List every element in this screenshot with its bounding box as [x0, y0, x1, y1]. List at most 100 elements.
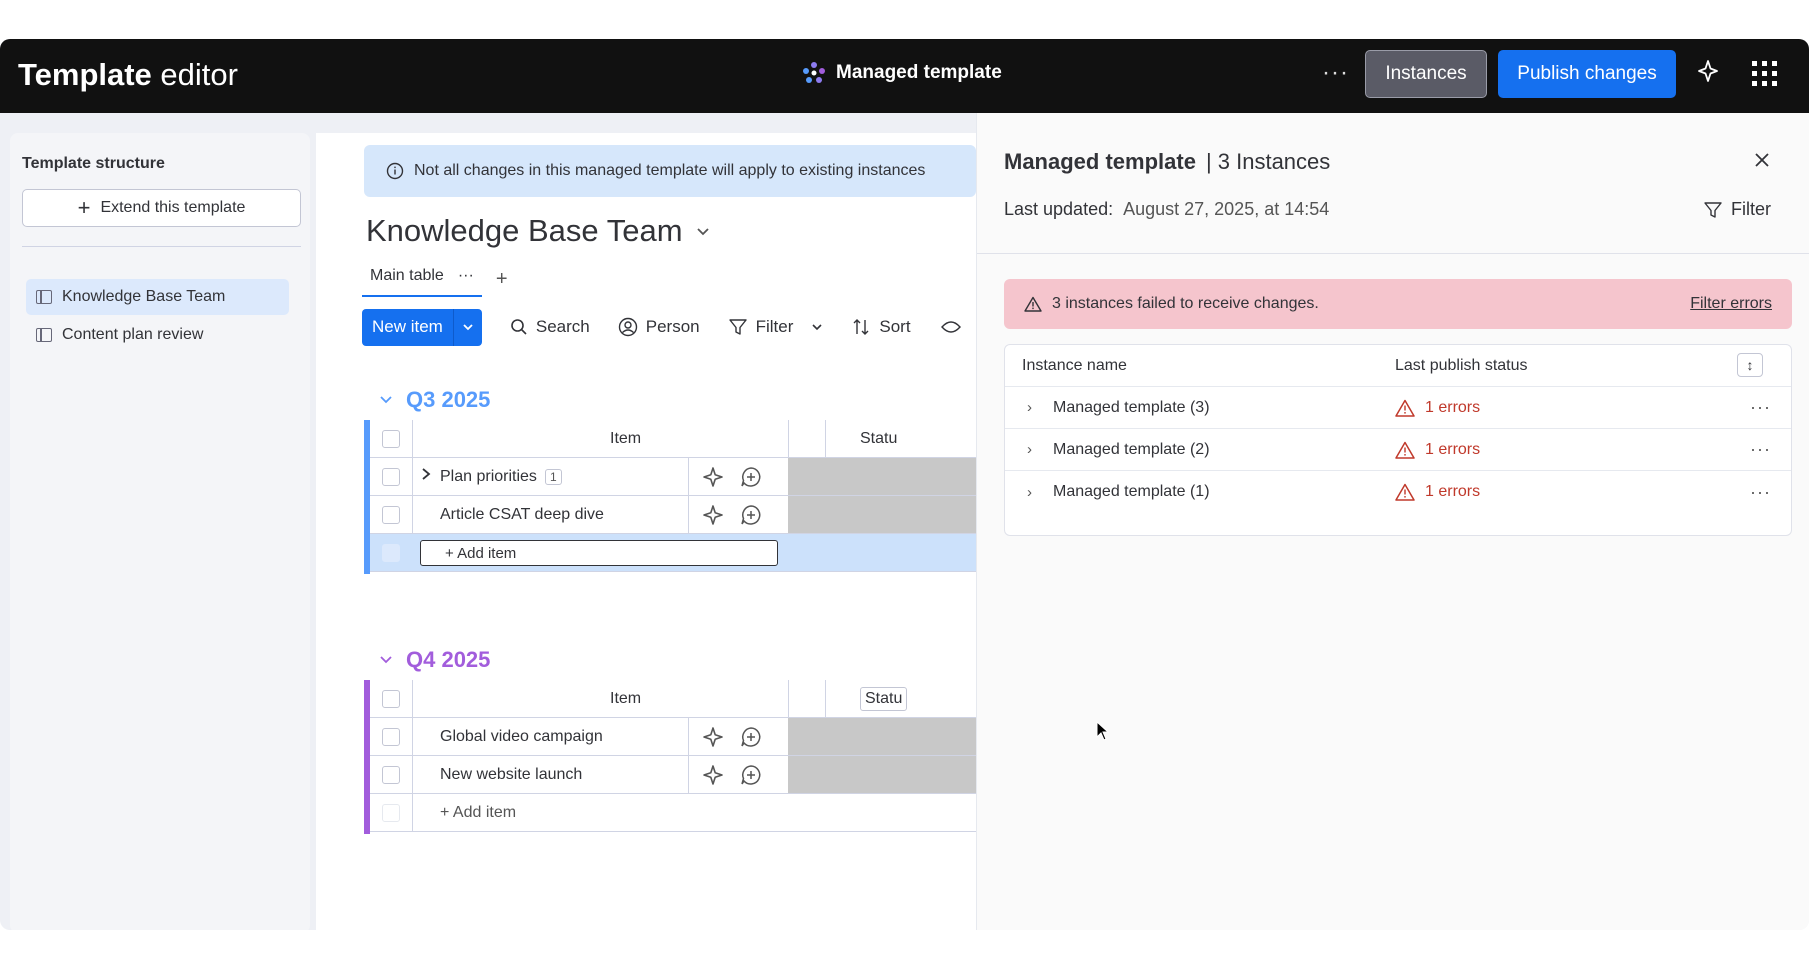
divider [977, 253, 1809, 254]
sort-icon [853, 319, 869, 335]
filter-icon [1704, 201, 1722, 218]
status-cell[interactable] [788, 756, 982, 793]
add-item-row[interactable]: + Add item [370, 794, 982, 832]
table-row[interactable]: › Managed template (2) 1 errors ··· [1005, 429, 1791, 471]
add-update-icon[interactable] [740, 764, 762, 786]
table-row[interactable]: Global video campaign [370, 718, 982, 756]
add-item-input[interactable]: + Add item [420, 540, 778, 566]
board-title[interactable]: Knowledge Base Team [366, 213, 711, 249]
add-update-icon[interactable] [740, 726, 762, 748]
info-icon [386, 162, 404, 180]
sidebar-item-knowledge-base-team[interactable]: Knowledge Base Team [26, 279, 289, 315]
error-alert: 3 instances failed to receive changes. F… [1004, 279, 1792, 329]
divider [22, 246, 301, 247]
sort-icon[interactable]: ↕ [1737, 353, 1763, 377]
warning-icon [1395, 399, 1415, 417]
table-row[interactable]: Article CSAT deep dive [370, 496, 982, 534]
row-checkbox[interactable] [382, 505, 400, 524]
status-cell[interactable] [788, 458, 982, 495]
row-checkbox [382, 803, 400, 822]
app-title: Template editor [18, 57, 238, 92]
group-title-q4[interactable]: Q4 2025 [378, 647, 490, 673]
table-row[interactable]: › Managed template (1) 1 errors ··· [1005, 471, 1791, 513]
publish-changes-button[interactable]: Publish changes [1498, 50, 1676, 98]
group-table-q3: Item Statu Plan priorities 1 Article CSA… [364, 420, 982, 574]
new-item-button[interactable]: New item [362, 308, 482, 346]
select-all-checkbox[interactable] [382, 689, 400, 708]
board-toolbar: New item Search Person Filter Sort [362, 308, 961, 346]
row-checkbox[interactable] [382, 765, 400, 784]
item-name[interactable]: Global video campaign [440, 728, 603, 746]
row-more-icon[interactable]: ··· [1750, 482, 1771, 503]
apps-grid-icon[interactable] [1752, 61, 1777, 86]
chevron-down-icon [812, 324, 822, 331]
status-cell[interactable] [788, 718, 982, 755]
last-updated: Last updated: August 27, 2025, at 14:54 [1004, 199, 1330, 219]
sparkle-icon[interactable] [702, 466, 724, 488]
row-more-icon[interactable]: ··· [1750, 439, 1771, 460]
item-name[interactable]: New website launch [440, 766, 582, 784]
panel-title: Managed template | 3 Instances [1004, 149, 1331, 174]
plus-icon: + [77, 195, 91, 220]
filter-button[interactable]: Filter [728, 317, 824, 337]
group-table-q4: Item Statu Global video campaign New web… [364, 680, 982, 834]
status-cell[interactable] [788, 496, 982, 533]
instances-table: Instance name Last publish status ↕ › Ma… [1004, 344, 1792, 536]
item-name[interactable]: Plan priorities 1 [440, 468, 562, 486]
add-view-icon[interactable]: + [496, 268, 508, 291]
ai-sparkle-icon[interactable] [1697, 59, 1719, 88]
panel-filter-button[interactable]: Filter [1703, 199, 1771, 220]
sparkle-icon[interactable] [702, 504, 724, 526]
extend-template-button[interactable]: + Extend this template [22, 189, 301, 227]
filter-icon [728, 319, 747, 335]
info-notice: Not all changes in this managed template… [364, 145, 976, 197]
chevron-right-icon[interactable]: › [1027, 399, 1032, 416]
chevron-down-icon [380, 656, 392, 664]
tab-main-table[interactable]: Main table ··· [362, 261, 482, 297]
add-update-icon[interactable] [740, 466, 762, 488]
hide-columns-icon[interactable] [940, 320, 961, 334]
search-icon [511, 319, 527, 335]
top-bar: Template editor Managed template ··· Ins… [0, 39, 1809, 113]
add-item-input[interactable]: + Add item [440, 804, 516, 822]
sidebar-item-content-plan-review[interactable]: Content plan review [26, 317, 289, 353]
status-badge: 1 errors [1395, 441, 1480, 459]
chevron-right-icon[interactable]: › [1027, 484, 1032, 501]
add-update-icon[interactable] [740, 504, 762, 526]
select-all-checkbox[interactable] [382, 429, 400, 448]
person-icon [618, 317, 637, 337]
table-row[interactable]: Plan priorities 1 [370, 458, 982, 496]
managed-template-icon [803, 62, 825, 83]
board-icon [36, 328, 52, 342]
chevron-right-icon[interactable]: › [1027, 441, 1032, 458]
row-more-icon[interactable]: ··· [1750, 397, 1771, 418]
sparkle-icon[interactable] [702, 764, 724, 786]
sort-button[interactable]: Sort [851, 317, 911, 337]
group-title-q3[interactable]: Q3 2025 [378, 387, 490, 413]
chevron-down-icon [380, 396, 392, 404]
item-name[interactable]: Article CSAT deep dive [440, 506, 604, 524]
board-icon [36, 290, 52, 304]
close-icon[interactable] [1753, 151, 1771, 174]
chevron-down-icon[interactable] [454, 321, 482, 333]
instances-button[interactable]: Instances [1365, 50, 1487, 98]
sidebar-title: Template structure [22, 155, 165, 172]
warning-icon [1395, 441, 1415, 459]
managed-template-title[interactable]: Managed template [802, 61, 1002, 85]
table-header-row: Instance name Last publish status ↕ [1005, 345, 1791, 387]
table-row[interactable]: › Managed template (3) 1 errors ··· [1005, 387, 1791, 429]
filter-errors-link[interactable]: Filter errors [1690, 295, 1772, 313]
search-button[interactable]: Search [510, 317, 590, 337]
row-checkbox[interactable] [382, 727, 400, 746]
more-options-icon[interactable]: ··· [1322, 59, 1349, 87]
app-window: Template editor Managed template ··· Ins… [0, 39, 1809, 930]
person-filter-button[interactable]: Person [618, 317, 700, 337]
table-row[interactable]: New website launch [370, 756, 982, 794]
expand-chevron-icon[interactable] [420, 467, 432, 486]
row-checkbox[interactable] [382, 467, 400, 486]
sparkle-icon[interactable] [702, 726, 724, 748]
warning-icon [1024, 296, 1042, 312]
tab-more-icon[interactable]: ··· [458, 267, 474, 285]
instances-panel: Managed template | 3 Instances Last upda… [976, 113, 1809, 930]
status-badge: 1 errors [1395, 483, 1480, 501]
